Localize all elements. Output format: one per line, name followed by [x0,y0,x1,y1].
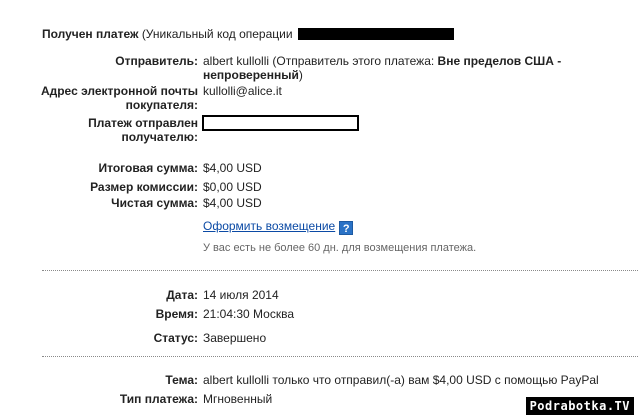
transaction-id-redacted [298,28,454,40]
date-value: 14 июля 2014 [203,288,279,302]
refund-link[interactable]: Оформить возмещение [203,219,335,233]
payment-type-value: Мгновенный [203,392,273,406]
date-label: Дата: [166,288,198,302]
sender-label: Отправитель: [115,54,198,68]
subject-label: Тема: [165,373,198,387]
fee-value: $0,00 USD [203,180,262,194]
buyer-email-label: Адрес электронной почты покупателя: [40,84,198,112]
refund-note: У вас есть не более 60 дн. для возмещени… [203,242,477,254]
payment-title: Получен платеж [42,27,139,41]
section-divider [42,270,638,271]
status-label: Статус: [153,331,198,345]
net-label: Чистая сумма: [111,196,198,210]
total-label: Итоговая сумма: [98,161,198,175]
payment-header: Получен платеж (Уникальный код операции [42,27,293,41]
subject-value: albert kullolli только что отправил(-а) … [203,373,599,387]
status-value: Завершено [203,331,267,345]
refund-row: Оформить возмещение? [203,219,354,235]
time-value: 21:04:30 Москва [203,307,295,321]
buyer-email-value: kullolli@alice.it [203,84,282,98]
recipient-redacted [202,115,359,131]
sent-to-label: Платеж отправлен получателю: [88,116,198,144]
transaction-id-label: (Уникальный код операции [141,27,293,41]
help-icon[interactable]: ? [339,221,354,235]
payment-type-label: Тип платежа: [119,392,198,406]
fee-label: Размер комиссии: [90,180,198,194]
watermark: Podrabotka.TV [525,397,634,415]
total-value: $4,00 USD [203,161,262,175]
sender-value: albert kullolli (Отправитель этого плате… [203,54,562,82]
net-value: $4,00 USD [203,196,262,210]
time-label: Время: [155,307,198,321]
section-divider [42,356,638,357]
